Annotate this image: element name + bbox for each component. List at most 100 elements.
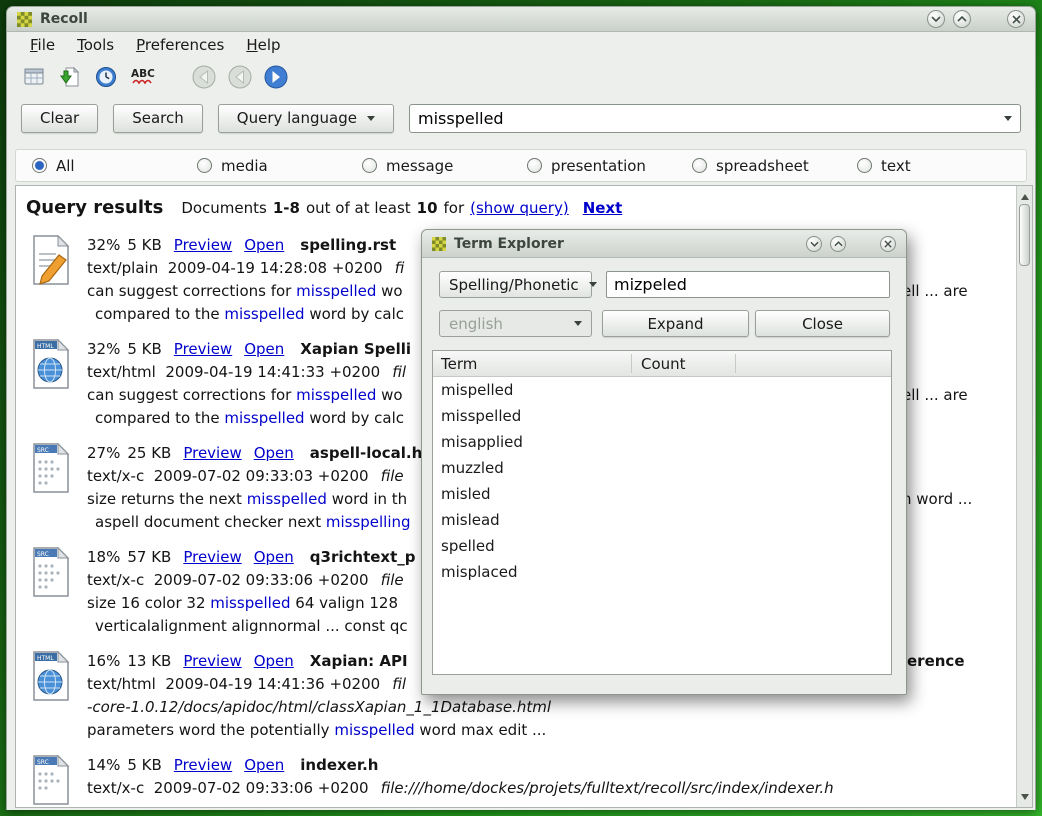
- term-row[interactable]: mislead: [433, 507, 891, 533]
- dialog-maximize-button[interactable]: [830, 236, 846, 252]
- filter-spreadsheet[interactable]: spreadsheet: [692, 157, 857, 175]
- open-link[interactable]: Open: [254, 548, 294, 566]
- scrollbar-thumb[interactable]: [1019, 204, 1030, 266]
- mime-and-date: text/html 2009-04-19 14:41:33 +0200: [87, 363, 380, 381]
- file-size: 5 KB: [127, 236, 161, 254]
- chevron-down-icon[interactable]: [1004, 116, 1012, 125]
- term-row[interactable]: misplaced: [433, 559, 891, 585]
- term-explorer-button[interactable]: ABC: [127, 63, 163, 91]
- dialog-titlebar[interactable]: Term Explorer: [422, 230, 906, 258]
- snippet-text: verticalalignment alignnormal ... const …: [95, 617, 408, 635]
- filter-row: All media message presentation spreadshe…: [15, 149, 1027, 182]
- result-total: 10: [417, 199, 438, 217]
- preview-link[interactable]: Preview: [174, 236, 232, 254]
- show-query-link[interactable]: (show query): [470, 199, 569, 217]
- result-range: 1-8: [273, 199, 300, 217]
- snippet-line: verticalalignment alignnormal ... const …: [87, 615, 416, 638]
- dialog-shade-button[interactable]: [806, 236, 822, 252]
- maximize-button[interactable]: [953, 10, 971, 28]
- search-input[interactable]: [410, 109, 994, 128]
- filter-text[interactable]: text: [857, 157, 911, 175]
- query-mode-combobox[interactable]: Query language: [218, 104, 394, 133]
- radio-icon[interactable]: [527, 158, 542, 173]
- expand-mode-label: Spelling/Phonetic: [449, 276, 579, 294]
- dialog-close-action-button[interactable]: Close: [755, 310, 890, 337]
- column-divider[interactable]: [735, 354, 736, 373]
- history-button[interactable]: [91, 63, 121, 91]
- shade-button[interactable]: [927, 10, 945, 28]
- filter-message[interactable]: message: [362, 157, 527, 175]
- highlight-term: misspelled: [224, 305, 304, 323]
- query-mode-label: Query language: [237, 109, 357, 127]
- mime-and-date: text/plain 2009-04-19 14:28:08 +0200: [87, 259, 383, 277]
- term-row[interactable]: mispelled: [433, 377, 891, 403]
- next-page-link[interactable]: Next: [583, 199, 623, 217]
- language-combobox[interactable]: english: [439, 310, 592, 337]
- filter-presentation[interactable]: presentation: [527, 157, 692, 175]
- radio-icon[interactable]: [197, 158, 212, 173]
- source-file-icon[interactable]: SRC: [28, 754, 74, 808]
- term-row[interactable]: muzzled: [433, 455, 891, 481]
- menu-file[interactable]: File: [19, 35, 66, 56]
- results-table-button[interactable]: [19, 63, 49, 91]
- first-page-button[interactable]: [189, 63, 219, 91]
- term-input[interactable]: [606, 271, 890, 298]
- file-url: fi: [395, 259, 405, 277]
- results-scrollbar[interactable]: [1016, 186, 1032, 807]
- radio-icon[interactable]: [32, 158, 47, 173]
- term-row[interactable]: misled: [433, 481, 891, 507]
- preview-link[interactable]: Preview: [174, 756, 232, 774]
- arrow-right-icon: [263, 64, 289, 90]
- prev-page-button[interactable]: [225, 63, 255, 91]
- text-file-icon[interactable]: [28, 234, 74, 288]
- filter-all[interactable]: All: [32, 157, 197, 175]
- scroll-down-button[interactable]: [1018, 791, 1032, 806]
- preview-link[interactable]: Preview: [183, 548, 241, 566]
- save-document-button[interactable]: [55, 63, 85, 91]
- open-link[interactable]: Open: [244, 236, 284, 254]
- scroll-up-button[interactable]: [1018, 187, 1032, 202]
- search-button[interactable]: Search: [113, 104, 203, 133]
- term-row[interactable]: misspelled: [433, 403, 891, 429]
- next-page-button[interactable]: [261, 63, 291, 91]
- term-row[interactable]: spelled: [433, 533, 891, 559]
- snippet-text: size 16 color 32: [87, 594, 210, 612]
- radio-icon[interactable]: [362, 158, 377, 173]
- preview-link[interactable]: Preview: [183, 652, 241, 670]
- expand-button[interactable]: Expand: [602, 310, 749, 337]
- clear-button[interactable]: Clear: [21, 104, 98, 133]
- highlight-term: misspelled: [224, 409, 304, 427]
- html-file-icon[interactable]: HTML: [28, 338, 74, 392]
- menu-tools[interactable]: Tools: [66, 35, 125, 56]
- for-label: for: [444, 199, 465, 217]
- window-titlebar[interactable]: Recoll: [7, 7, 1035, 32]
- file-url: file: [381, 467, 404, 485]
- source-file-icon[interactable]: SRC: [28, 546, 74, 600]
- menu-help[interactable]: Help: [235, 35, 291, 56]
- radio-icon[interactable]: [692, 158, 707, 173]
- menu-preferences[interactable]: Preferences: [125, 35, 235, 56]
- result-title: Xapian: API: [310, 652, 408, 670]
- column-divider[interactable]: [631, 354, 632, 373]
- preview-link[interactable]: Preview: [174, 340, 232, 358]
- filter-media[interactable]: media: [197, 157, 362, 175]
- filter-label: message: [386, 157, 453, 175]
- terms-table-header[interactable]: Term Count: [433, 351, 891, 377]
- term-row[interactable]: misapplied: [433, 429, 891, 455]
- column-header-term[interactable]: Term: [433, 355, 631, 373]
- radio-icon[interactable]: [857, 158, 872, 173]
- column-header-count[interactable]: Count: [631, 355, 686, 373]
- close-button[interactable]: [1007, 10, 1025, 28]
- source-file-icon[interactable]: SRC: [28, 442, 74, 496]
- preview-link[interactable]: Preview: [183, 444, 241, 462]
- chevron-down-icon: [367, 116, 375, 125]
- open-link[interactable]: Open: [254, 444, 294, 462]
- chevron-up-icon: [957, 16, 967, 22]
- snippet-text: parameters word the potentially: [87, 721, 334, 739]
- open-link[interactable]: Open: [244, 756, 284, 774]
- html-file-icon[interactable]: HTML: [28, 650, 74, 704]
- open-link[interactable]: Open: [254, 652, 294, 670]
- dialog-close-button[interactable]: [880, 236, 896, 252]
- expand-mode-combobox[interactable]: Spelling/Phonetic: [439, 271, 592, 298]
- open-link[interactable]: Open: [244, 340, 284, 358]
